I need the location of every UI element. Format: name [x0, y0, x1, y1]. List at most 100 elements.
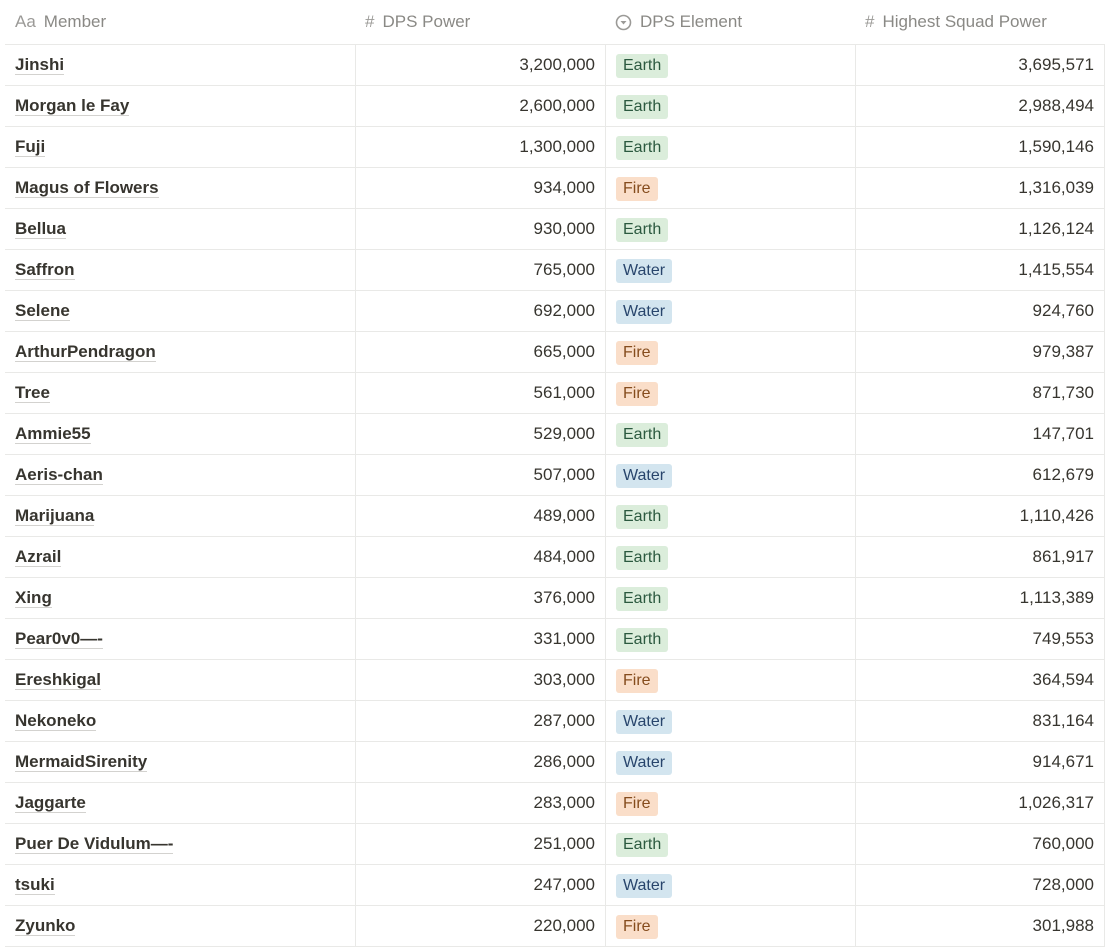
member-cell[interactable]: Saffron — [5, 250, 355, 290]
table-row[interactable]: Zyunko 220,000 Fire 301,988 — [5, 906, 1105, 947]
dps-power-cell[interactable]: 665,000 — [355, 332, 605, 372]
table-row[interactable]: Ereshkigal 303,000 Fire 364,594 — [5, 660, 1105, 701]
dps-power-cell[interactable]: 2,600,000 — [355, 86, 605, 126]
member-cell[interactable]: ArthurPendragon — [5, 332, 355, 372]
table-row[interactable]: Ammie55 529,000 Earth 147,701 — [5, 414, 1105, 455]
dps-element-cell[interactable]: Fire — [605, 906, 855, 946]
dps-element-cell[interactable]: Water — [605, 865, 855, 905]
member-name[interactable]: Saffron — [15, 260, 75, 280]
table-row[interactable]: Saffron 765,000 Water 1,415,554 — [5, 250, 1105, 291]
member-cell[interactable]: Nekoneko — [5, 701, 355, 741]
member-name[interactable]: Xing — [15, 588, 52, 608]
dps-element-cell[interactable]: Fire — [605, 332, 855, 372]
member-name[interactable]: Jinshi — [15, 55, 65, 75]
table-row[interactable]: Bellua 930,000 Earth 1,126,124 — [5, 209, 1105, 250]
dps-element-cell[interactable]: Earth — [605, 209, 855, 249]
squad-power-cell[interactable]: 861,917 — [855, 537, 1105, 577]
dps-power-cell[interactable]: 484,000 — [355, 537, 605, 577]
member-name[interactable]: tsuki — [15, 875, 55, 895]
member-name[interactable]: ArthurPendragon — [15, 342, 156, 362]
squad-power-cell[interactable]: 924,760 — [855, 291, 1105, 331]
dps-power-cell[interactable]: 3,200,000 — [355, 45, 605, 85]
member-name[interactable]: Azrail — [15, 547, 62, 567]
member-name[interactable]: Puer De Vidulum—- — [15, 834, 174, 854]
dps-element-cell[interactable]: Fire — [605, 660, 855, 700]
member-name[interactable]: Nekoneko — [15, 711, 97, 731]
table-row[interactable]: Tree 561,000 Fire 871,730 — [5, 373, 1105, 414]
table-row[interactable]: Xing 376,000 Earth 1,113,389 — [5, 578, 1105, 619]
squad-power-cell[interactable]: 1,590,146 — [855, 127, 1105, 167]
dps-element-cell[interactable]: Water — [605, 455, 855, 495]
squad-power-cell[interactable]: 871,730 — [855, 373, 1105, 413]
dps-element-cell[interactable]: Water — [605, 291, 855, 331]
dps-element-cell[interactable]: Fire — [605, 783, 855, 823]
member-name[interactable]: Tree — [15, 383, 50, 403]
dps-element-cell[interactable]: Earth — [605, 578, 855, 618]
dps-element-cell[interactable]: Earth — [605, 45, 855, 85]
member-name[interactable]: Magus of Flowers — [15, 178, 159, 198]
dps-element-cell[interactable]: Water — [605, 250, 855, 290]
table-row[interactable]: Puer De Vidulum—- 251,000 Earth 760,000 — [5, 824, 1105, 865]
column-header-highest-squad-power[interactable]: # Highest Squad Power — [855, 0, 1105, 44]
dps-power-cell[interactable]: 331,000 — [355, 619, 605, 659]
column-header-dps-power[interactable]: # DPS Power — [355, 0, 605, 44]
table-row[interactable]: Aeris-chan 507,000 Water 612,679 — [5, 455, 1105, 496]
dps-power-cell[interactable]: 934,000 — [355, 168, 605, 208]
table-row[interactable]: ArthurPendragon 665,000 Fire 979,387 — [5, 332, 1105, 373]
squad-power-cell[interactable]: 728,000 — [855, 865, 1105, 905]
member-cell[interactable]: Ereshkigal — [5, 660, 355, 700]
member-name[interactable]: Jaggarte — [15, 793, 86, 813]
table-row[interactable]: Fuji 1,300,000 Earth 1,590,146 — [5, 127, 1105, 168]
squad-power-cell[interactable]: 1,113,389 — [855, 578, 1105, 618]
member-cell[interactable]: Zyunko — [5, 906, 355, 946]
member-name[interactable]: Ereshkigal — [15, 670, 101, 690]
dps-element-cell[interactable]: Earth — [605, 414, 855, 454]
dps-element-cell[interactable]: Water — [605, 742, 855, 782]
member-cell[interactable]: Azrail — [5, 537, 355, 577]
table-row[interactable]: Magus of Flowers 934,000 Fire 1,316,039 — [5, 168, 1105, 209]
table-row[interactable]: tsuki 247,000 Water 728,000 — [5, 865, 1105, 906]
member-cell[interactable]: Magus of Flowers — [5, 168, 355, 208]
squad-power-cell[interactable]: 364,594 — [855, 660, 1105, 700]
squad-power-cell[interactable]: 831,164 — [855, 701, 1105, 741]
column-header-member[interactable]: Aa Member — [5, 0, 355, 44]
table-row[interactable]: Jaggarte 283,000 Fire 1,026,317 — [5, 783, 1105, 824]
dps-power-cell[interactable]: 247,000 — [355, 865, 605, 905]
dps-element-cell[interactable]: Earth — [605, 619, 855, 659]
dps-power-cell[interactable]: 507,000 — [355, 455, 605, 495]
member-name[interactable]: MermaidSirenity — [15, 752, 148, 772]
squad-power-cell[interactable]: 979,387 — [855, 332, 1105, 372]
squad-power-cell[interactable]: 1,110,426 — [855, 496, 1105, 536]
dps-power-cell[interactable]: 765,000 — [355, 250, 605, 290]
dps-power-cell[interactable]: 489,000 — [355, 496, 605, 536]
member-name[interactable]: Marijuana — [15, 506, 95, 526]
squad-power-cell[interactable]: 301,988 — [855, 906, 1105, 946]
squad-power-cell[interactable]: 914,671 — [855, 742, 1105, 782]
squad-power-cell[interactable]: 612,679 — [855, 455, 1105, 495]
member-name[interactable]: Aeris-chan — [15, 465, 103, 485]
dps-element-cell[interactable]: Water — [605, 701, 855, 741]
dps-power-cell[interactable]: 303,000 — [355, 660, 605, 700]
dps-power-cell[interactable]: 930,000 — [355, 209, 605, 249]
dps-power-cell[interactable]: 287,000 — [355, 701, 605, 741]
dps-element-cell[interactable]: Fire — [605, 373, 855, 413]
dps-power-cell[interactable]: 220,000 — [355, 906, 605, 946]
member-cell[interactable]: Ammie55 — [5, 414, 355, 454]
squad-power-cell[interactable]: 1,316,039 — [855, 168, 1105, 208]
squad-power-cell[interactable]: 3,695,571 — [855, 45, 1105, 85]
column-header-dps-element[interactable]: DPS Element — [605, 0, 855, 44]
member-name[interactable]: Ammie55 — [15, 424, 91, 444]
table-row[interactable]: Morgan le Fay 2,600,000 Earth 2,988,494 — [5, 86, 1105, 127]
member-cell[interactable]: Xing — [5, 578, 355, 618]
squad-power-cell[interactable]: 2,988,494 — [855, 86, 1105, 126]
member-cell[interactable]: Jinshi — [5, 45, 355, 85]
table-row[interactable]: Selene 692,000 Water 924,760 — [5, 291, 1105, 332]
dps-element-cell[interactable]: Earth — [605, 86, 855, 126]
member-cell[interactable]: Bellua — [5, 209, 355, 249]
dps-power-cell[interactable]: 283,000 — [355, 783, 605, 823]
member-cell[interactable]: Morgan le Fay — [5, 86, 355, 126]
dps-power-cell[interactable]: 376,000 — [355, 578, 605, 618]
member-name[interactable]: Fuji — [15, 137, 46, 157]
dps-power-cell[interactable]: 529,000 — [355, 414, 605, 454]
member-cell[interactable]: Aeris-chan — [5, 455, 355, 495]
